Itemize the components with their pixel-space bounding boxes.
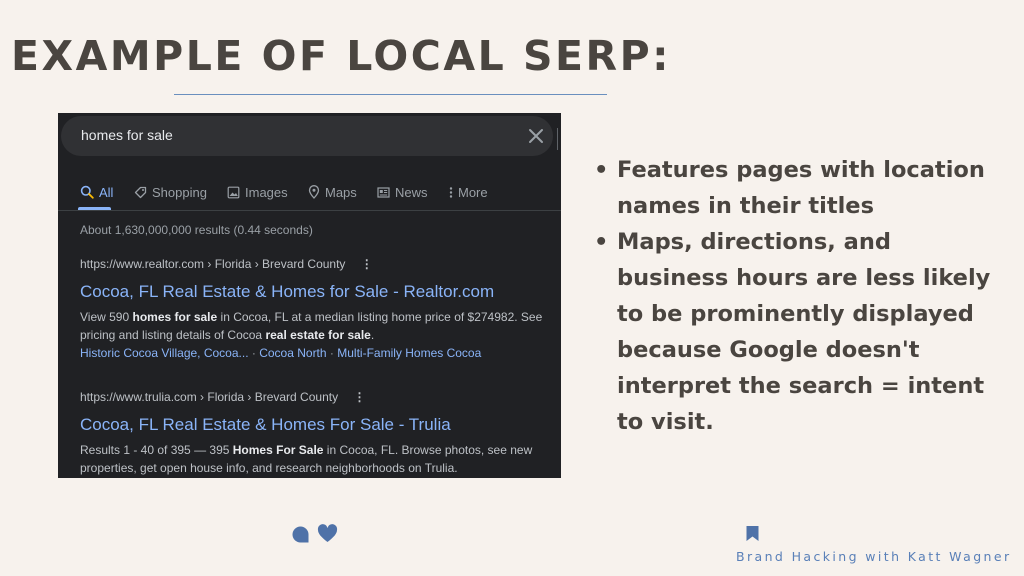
results-stats: About 1,630,000,000 results (0.44 second… (80, 223, 313, 237)
sitelink[interactable]: Historic Cocoa Village, Cocoa... (80, 346, 249, 360)
tab-more[interactable]: More (449, 182, 488, 202)
result-url[interactable]: https://www.trulia.com › Florida › Breva… (80, 389, 558, 405)
tab-maps[interactable]: Maps (308, 182, 357, 202)
tab-all[interactable]: All (80, 182, 113, 202)
result-title-link[interactable]: Cocoa, FL Real Estate & Homes for Sale -… (80, 281, 558, 303)
tab-label: Maps (325, 184, 357, 200)
result-title-link[interactable]: Cocoa, FL Real Estate & Homes For Sale -… (80, 414, 558, 436)
search-input[interactable]: homes for sale (81, 127, 173, 143)
search-bar-divider (557, 128, 558, 150)
title-underline (174, 94, 607, 95)
result-sitelinks: Historic Cocoa Village, Cocoa... · Cocoa… (80, 344, 558, 362)
map-pin-icon (308, 185, 320, 199)
close-icon[interactable] (527, 127, 545, 145)
bullet-item: Features pages with location names in th… (594, 152, 994, 224)
result-url-text: https://www.realtor.com › Florida › Brev… (80, 257, 346, 271)
search-bar[interactable]: homes for sale (61, 116, 558, 156)
tab-label: Shopping (152, 184, 207, 200)
snippet-text: View 590 (80, 310, 133, 324)
slide-title: EXAMPLE OF LOCAL SERP: (11, 32, 672, 80)
sitelink[interactable]: Multi-Family Homes Cocoa (337, 346, 481, 360)
search-icon (80, 185, 94, 199)
sitelink-separator: · (326, 346, 338, 360)
tabs-divider (58, 210, 561, 211)
tab-label: More (458, 184, 488, 200)
bookmark-icon[interactable] (745, 525, 760, 542)
snippet-text: . (370, 328, 375, 342)
snippet-highlight: homes for sale (132, 310, 218, 324)
result-url-text: https://www.trulia.com › Florida › Breva… (80, 390, 339, 404)
snippet-text: Results 1 - 40 of 395 — 395 (80, 443, 233, 457)
heart-icon[interactable] (317, 524, 338, 543)
search-result: https://www.trulia.com › Florida › Breva… (80, 389, 558, 477)
image-icon (227, 186, 240, 198)
snippet-highlight: Homes For Sale (232, 443, 324, 457)
tag-icon (134, 186, 147, 198)
bullet-list: Features pages with location names in th… (594, 152, 994, 440)
comment-icon[interactable] (291, 525, 310, 544)
result-snippet: View 590 homes for sale in Cocoa, FL at … (80, 308, 558, 344)
sitelink[interactable]: Cocoa North (259, 346, 326, 360)
result-snippet: Results 1 - 40 of 395 — 395 Homes For Sa… (80, 441, 558, 477)
news-icon (377, 186, 390, 198)
tab-label: Images (245, 184, 288, 200)
tab-label: News (395, 184, 428, 200)
sitelink-separator: · (248, 346, 260, 360)
brand-footer: Brand Hacking with Katt Wagner (736, 549, 1012, 564)
tab-label: All (99, 184, 114, 200)
tab-shopping[interactable]: Shopping (134, 182, 207, 202)
more-options-icon[interactable]: ⋮ (361, 256, 373, 272)
more-options-icon[interactable]: ⋮ (353, 389, 365, 405)
bullet-item: Maps, directions, and business hours are… (594, 224, 994, 440)
search-result: https://www.realtor.com › Florida › Brev… (80, 256, 558, 362)
more-vert-icon (449, 186, 453, 198)
snippet-highlight: real estate for sale (265, 328, 371, 342)
result-url[interactable]: https://www.realtor.com › Florida › Brev… (80, 256, 558, 272)
tab-news[interactable]: News (377, 182, 428, 202)
tab-images[interactable]: Images (227, 182, 288, 202)
serp-screenshot: homes for sale All Shopping Images Maps … (58, 113, 561, 478)
